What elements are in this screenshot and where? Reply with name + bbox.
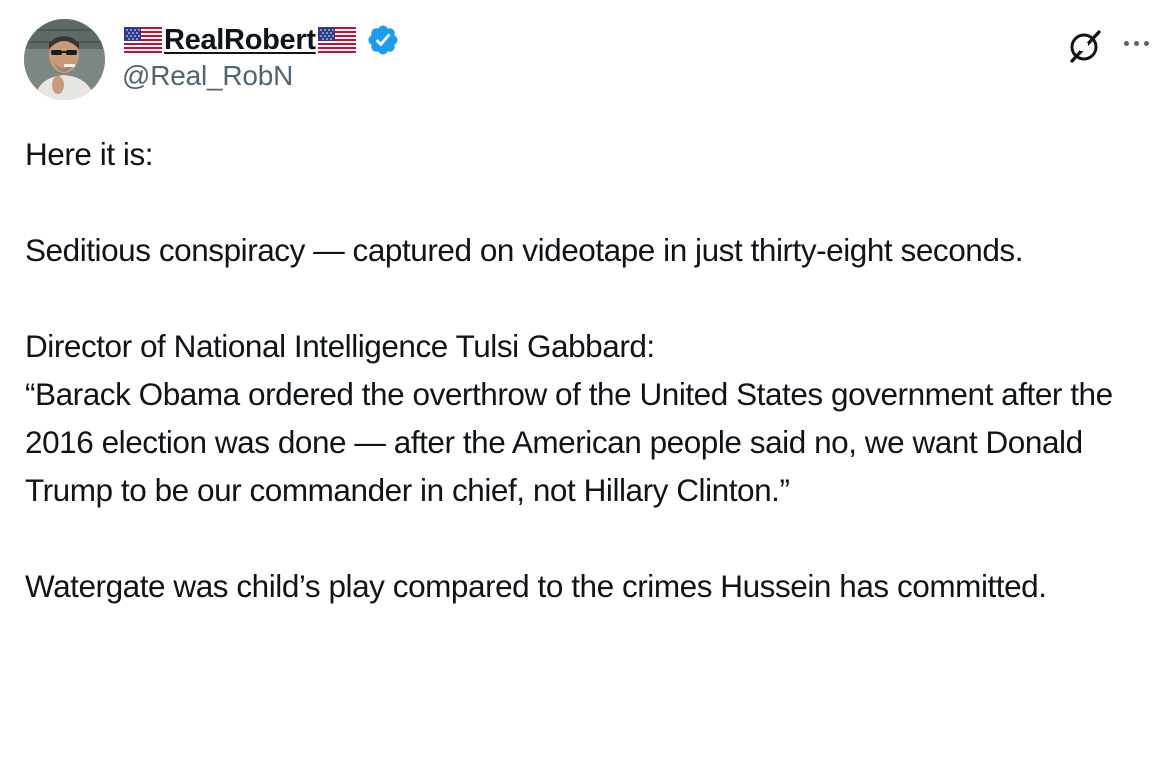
us-flag-icon: [317, 27, 356, 53]
avatar[interactable]: [24, 19, 105, 100]
post-paragraph: Watergate was child’s play compared to t…: [25, 568, 1047, 604]
more-icon[interactable]: [1118, 28, 1154, 58]
post-body: Here it is: Seditious conspiracy — captu…: [25, 130, 1155, 610]
more-dot: [1133, 40, 1139, 46]
more-dot: [1143, 40, 1149, 46]
verified-badge-icon[interactable]: [366, 23, 400, 57]
post-paragraph: Seditious conspiracy — captured on video…: [25, 232, 1024, 268]
author-display-name[interactable]: RealRobert: [164, 24, 316, 57]
post-paragraph: Here it is:: [25, 136, 154, 172]
avatar-photo: [24, 19, 105, 100]
us-flag-icon: [124, 27, 162, 53]
author-name-row: RealRobert: [122, 22, 400, 58]
post-paragraph: “Barack Obama ordered the overthrow of t…: [25, 376, 1113, 508]
post-card: RealRobert @Real_RobN Here it is: Sediti…: [0, 0, 1176, 770]
grok-icon[interactable]: [1066, 27, 1104, 65]
author-handle[interactable]: @Real_RobN: [122, 60, 293, 92]
post-paragraph: Director of National Intelligence Tulsi …: [25, 328, 655, 364]
more-dot: [1123, 40, 1129, 46]
